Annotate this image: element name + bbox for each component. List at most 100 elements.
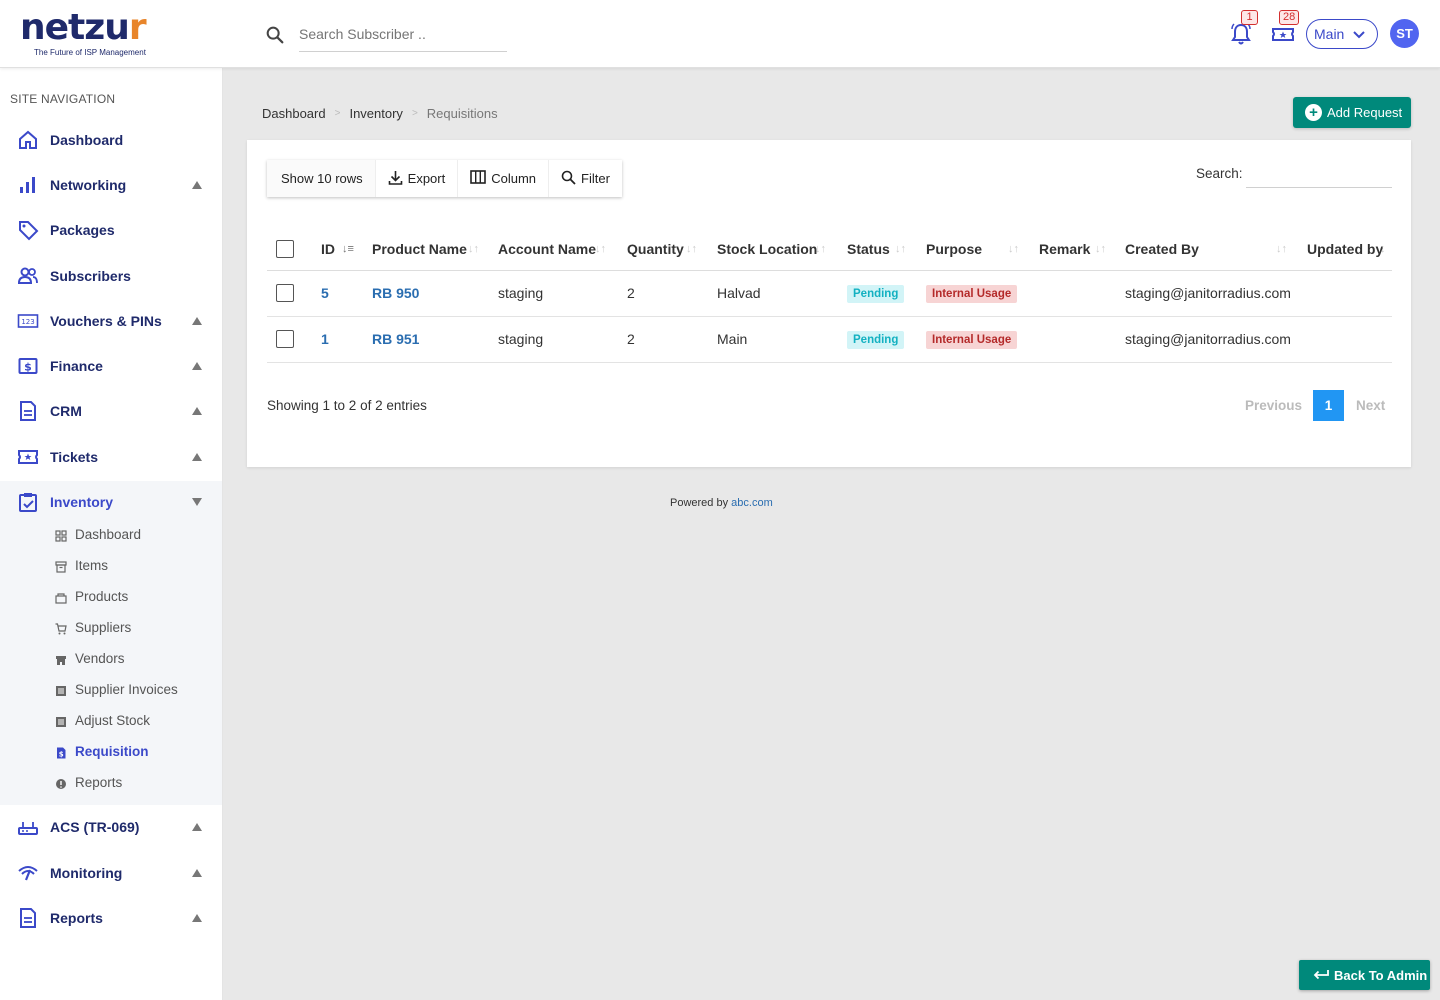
search-subscriber-input[interactable] <box>299 22 507 52</box>
export-button[interactable]: Export <box>376 160 459 197</box>
sidebar-item-finance[interactable]: $ Finance <box>0 351 222 381</box>
home-icon <box>17 129 39 151</box>
table-row[interactable]: 5 RB 950 staging 2 Halvad Pending Intern… <box>267 270 1392 317</box>
id-link[interactable]: 5 <box>321 285 329 301</box>
breadcrumb-dashboard[interactable]: Dashboard <box>262 106 326 121</box>
filter-button[interactable]: Filter <box>549 160 622 197</box>
select-all-checkbox[interactable] <box>276 239 294 258</box>
column-header-label: Purpose <box>926 240 983 257</box>
sidebar-subitem-vendors[interactable]: Vendors <box>0 648 222 672</box>
sidebar-subitem-reports[interactable]: Reports <box>0 772 222 796</box>
sidebar-item-crm[interactable]: CRM <box>0 396 222 426</box>
sidebar-subitem-requisition[interactable]: $ Requisition <box>0 741 222 765</box>
sidebar-item-packages[interactable]: Packages <box>0 215 222 245</box>
tickets-button[interactable]: 28 <box>1271 10 1300 46</box>
sidebar-item-vouchers[interactable]: 123 Vouchers & PINs <box>0 306 222 336</box>
row-checkbox[interactable] <box>276 330 294 349</box>
sidebar-subitem-adjust-stock[interactable]: Adjust Stock <box>0 710 222 734</box>
add-request-button[interactable]: + Add Request <box>1293 97 1411 128</box>
powered-by-text: Powered by <box>670 497 729 509</box>
quantity-cell: 2 <box>627 316 717 363</box>
logo-wordmark: netzur <box>20 7 147 48</box>
powered-by-link[interactable]: abc.com <box>731 497 773 509</box>
expand-arrow-icon <box>192 181 202 189</box>
sidebar-item-subscribers[interactable]: Subscribers <box>0 261 222 291</box>
users-icon <box>17 265 39 287</box>
column-header-purpose[interactable]: Purpose ↓↑ <box>926 228 1039 271</box>
pagination-next[interactable]: Next <box>1356 398 1385 413</box>
list-icon <box>55 684 67 696</box>
branch-select-value: Main <box>1314 26 1345 42</box>
products-icon <box>55 591 67 604</box>
logo[interactable]: netzur The Future of ISP Management <box>20 7 147 58</box>
column-header-updated-by[interactable]: Updated by ↓ <box>1307 228 1392 271</box>
tag-icon <box>17 219 39 241</box>
select-all-cell <box>267 228 301 271</box>
pagination-previous[interactable]: Previous <box>1245 398 1302 413</box>
branch-select[interactable]: Main <box>1306 19 1378 49</box>
breadcrumb-inventory[interactable]: Inventory <box>349 106 402 121</box>
sidebar-item-inventory[interactable]: Inventory <box>0 487 222 517</box>
table-info: Showing 1 to 2 of 2 entries <box>267 398 427 413</box>
column-label: Column <box>491 171 537 186</box>
user-avatar[interactable]: ST <box>1390 19 1419 48</box>
bell-icon <box>1229 23 1253 50</box>
table-row[interactable]: 1 RB 951 staging 2 Main Pending Internal… <box>267 316 1392 363</box>
created-by-cell: staging@janitorradius.com <box>1125 316 1307 363</box>
sidebar-item-label: Reports <box>50 910 103 926</box>
ticket-icon <box>17 446 39 468</box>
svg-text:$: $ <box>24 361 32 374</box>
updated-by-cell <box>1307 270 1392 317</box>
column-header-account-name[interactable]: Account Name ↓↑ <box>498 228 627 271</box>
column-header-remark[interactable]: Remark ↓↑ <box>1039 228 1125 271</box>
column-header-quantity[interactable]: Quantity ↓↑ <box>627 228 717 271</box>
sidebar-subitem-label: Vendors <box>75 651 125 666</box>
column-header-id[interactable]: ID ↓≡ <box>301 228 372 271</box>
product-link[interactable]: RB 951 <box>372 331 419 347</box>
ticket-icon <box>1271 28 1295 50</box>
column-button[interactable]: Column <box>458 160 550 197</box>
sidebar-subitem-supplier-invoices[interactable]: Supplier Invoices <box>0 679 222 703</box>
expand-arrow-icon <box>192 362 202 370</box>
breadcrumb-current: Requisitions <box>426 106 498 121</box>
pin-icon: 123 <box>17 310 39 332</box>
column-header-stock-location[interactable]: Stock Location ↓↑ <box>717 228 847 271</box>
document-icon <box>17 400 39 422</box>
sidebar-item-dashboard[interactable]: Dashboard <box>0 125 222 155</box>
notifications-button[interactable]: 1 <box>1229 10 1258 46</box>
sidebar-subitem-items[interactable]: Items <box>0 555 222 579</box>
id-cell: 5 <box>301 270 372 317</box>
requisitions-table: ID ↓≡ Product Name ↓↑ Account Name ↓↑ Quant… <box>267 228 1392 363</box>
pagination-page-current[interactable]: 1 <box>1313 390 1345 421</box>
grid-icon <box>55 529 67 542</box>
show-rows-button[interactable]: Show 10 rows <box>267 160 376 197</box>
row-checkbox[interactable] <box>276 284 294 303</box>
back-to-admin-button[interactable]: Back To Admin <box>1299 960 1430 990</box>
sidebar-item-reports[interactable]: Reports <box>0 903 222 933</box>
table-toolbar: Show 10 rows Export Column Filter <box>267 160 622 197</box>
remark-cell <box>1039 270 1125 317</box>
sidebar-item-acs[interactable]: ACS (TR-069) <box>0 812 222 842</box>
sort-icon: ↓↑ <box>595 243 606 255</box>
columns-icon <box>470 170 491 187</box>
sidebar-item-tickets[interactable]: Tickets <box>0 442 222 472</box>
product-link[interactable]: RB 950 <box>372 285 419 301</box>
expand-arrow-icon <box>192 914 202 922</box>
report-icon <box>17 907 39 929</box>
sidebar-subitem-suppliers[interactable]: Suppliers <box>0 617 222 641</box>
table-header-row: ID ↓≡ Product Name ↓↑ Account Name ↓↑ Quant… <box>267 228 1392 271</box>
sidebar-item-networking[interactable]: Networking <box>0 170 222 200</box>
sidebar-item-label: ACS (TR-069) <box>50 819 140 835</box>
sidebar-subitem-products[interactable]: Products <box>0 586 222 610</box>
filter-label: Filter <box>581 171 610 186</box>
id-link[interactable]: 1 <box>321 331 329 347</box>
table-search-input[interactable] <box>1246 160 1392 188</box>
column-header-created-by[interactable]: Created By ↓↑ <box>1125 228 1307 271</box>
sidebar-subitem-dashboard[interactable]: Dashboard <box>0 524 222 548</box>
column-header-status[interactable]: Status ↓↑ <box>847 228 926 271</box>
sidebar-item-monitoring[interactable]: Monitoring <box>0 858 222 888</box>
updated-by-cell <box>1307 316 1392 363</box>
product-cell: RB 950 <box>372 270 498 317</box>
column-header-product-name[interactable]: Product Name ↓↑ <box>372 228 498 271</box>
sidebar-subitem-label: Products <box>75 589 129 604</box>
